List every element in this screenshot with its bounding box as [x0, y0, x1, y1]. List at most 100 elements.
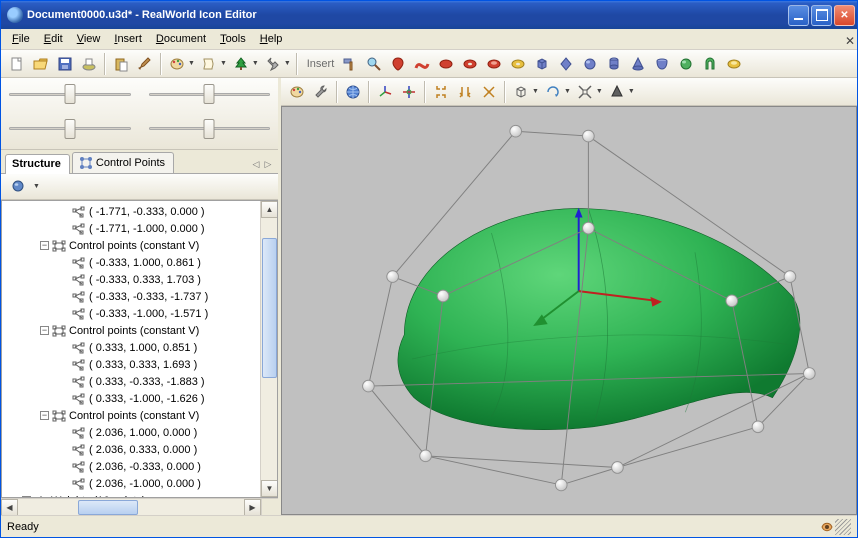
slider-2[interactable] — [149, 82, 271, 106]
point-icon — [72, 274, 86, 286]
insert-sphere2-icon[interactable] — [675, 53, 697, 75]
tools-dropdown-button[interactable] — [262, 53, 284, 75]
tree-row[interactable]: ( -0.333, -0.333, -1.737 ) — [2, 288, 260, 305]
insert-cone-icon[interactable] — [627, 53, 649, 75]
slider-1[interactable] — [9, 82, 131, 106]
menu-help[interactable]: Help — [253, 31, 290, 47]
resize-grip[interactable] — [835, 519, 851, 535]
menu-view[interactable]: View — [70, 31, 108, 47]
tree-row[interactable]: +Weights (16 points) — [2, 492, 260, 497]
insert-hammer-icon[interactable] — [339, 53, 361, 75]
tree-node-label: ( -1.771, -0.333, 0.000 ) — [89, 206, 205, 218]
menu-document[interactable]: Document — [149, 31, 213, 47]
expand-toggle[interactable]: + — [22, 496, 31, 497]
tree-scrollbar-vertical[interactable]: ▲ ▼ — [260, 201, 277, 497]
slider-panel — [1, 78, 278, 150]
close-button[interactable] — [834, 5, 855, 26]
tree-row[interactable]: ( 2.036, 0.333, 0.000 ) — [2, 441, 260, 458]
scroll-left-button[interactable]: ◀ — [1, 499, 18, 516]
control-points-icon — [79, 156, 93, 170]
brush-button[interactable] — [134, 53, 156, 75]
insert-sphere-icon[interactable] — [579, 53, 601, 75]
scroll-down-button[interactable]: ▼ — [261, 480, 278, 497]
vt-arrows-tilt-button[interactable] — [478, 81, 500, 103]
tab-structure[interactable]: Structure — [5, 154, 70, 174]
maximize-button[interactable] — [811, 5, 832, 26]
expand-toggle[interactable]: − — [40, 241, 49, 250]
scroll-thumb-vertical[interactable] — [262, 238, 277, 378]
object-dropdown-button[interactable] — [8, 176, 30, 198]
tree-row[interactable]: ( 0.333, 0.333, 1.693 ) — [2, 356, 260, 373]
menu-insert[interactable]: Insert — [107, 31, 149, 47]
tree-row[interactable]: ( -1.771, -0.333, 0.000 ) — [2, 203, 260, 220]
menu-edit[interactable]: Edit — [37, 31, 70, 47]
insert-torus2-icon[interactable] — [507, 53, 529, 75]
new-button[interactable] — [6, 53, 28, 75]
vt-palette-button[interactable] — [286, 81, 308, 103]
vt-globe-button[interactable] — [342, 81, 364, 103]
tree-row[interactable]: ( -1.771, -1.000, 0.000 ) — [2, 220, 260, 237]
tree-row[interactable]: ( -0.333, 1.000, 0.861 ) — [2, 254, 260, 271]
vt-rotate-button[interactable] — [542, 81, 564, 103]
expand-toggle[interactable]: − — [40, 326, 49, 335]
point-icon — [72, 257, 86, 269]
insert-donut-icon[interactable] — [459, 53, 481, 75]
tree-row[interactable]: −Control points (constant V) — [2, 407, 260, 424]
status-text: Ready — [7, 521, 39, 533]
vt-arrows-in-button[interactable] — [430, 81, 452, 103]
insert-blob-icon[interactable] — [387, 53, 409, 75]
tree-scrollbar-horizontal[interactable]: ◀ ▶ — [1, 498, 278, 515]
tab-next-button[interactable]: ▷ — [262, 159, 274, 173]
expand-toggle[interactable]: − — [40, 411, 49, 420]
tree-view[interactable]: ( -1.771, -0.333, 0.000 ) ( -1.771, -1.00… — [1, 200, 278, 498]
tree-row[interactable]: ( -0.333, -1.000, -1.571 ) — [2, 305, 260, 322]
tree-row[interactable]: ( 0.333, -1.000, -1.626 ) — [2, 390, 260, 407]
tree-row[interactable]: ( 0.333, -0.333, -1.883 ) — [2, 373, 260, 390]
vt-perspective-button[interactable] — [606, 81, 628, 103]
open-button[interactable] — [30, 53, 52, 75]
insert-search-icon[interactable] — [363, 53, 385, 75]
vt-axis-xyz-button[interactable] — [374, 81, 396, 103]
tab-control-points[interactable]: Control Points — [72, 152, 174, 173]
menu-tools[interactable]: Tools — [213, 31, 253, 47]
vt-arrows-down-button[interactable] — [454, 81, 476, 103]
vt-cube-wire-button[interactable] — [510, 81, 532, 103]
save-button[interactable] — [54, 53, 76, 75]
insert-cup-icon[interactable] — [651, 53, 673, 75]
insert-diamond-icon[interactable] — [555, 53, 577, 75]
tree-node-label: ( -0.333, 1.000, 0.861 ) — [89, 257, 201, 269]
palette-button[interactable] — [166, 53, 188, 75]
scroll-right-button[interactable]: ▶ — [244, 499, 261, 516]
paste-button[interactable] — [110, 53, 132, 75]
vt-axis-cross-button[interactable] — [398, 81, 420, 103]
slider-4[interactable] — [149, 117, 271, 141]
insert-cube-icon[interactable] — [531, 53, 553, 75]
3d-viewport[interactable] — [281, 106, 857, 515]
close-document-button[interactable]: ✕ — [838, 32, 853, 47]
minimize-button[interactable] — [788, 5, 809, 26]
tree-row[interactable]: ( 2.036, -0.333, 0.000 ) — [2, 458, 260, 475]
script-button[interactable] — [198, 53, 220, 75]
scroll-up-button[interactable]: ▲ — [261, 201, 278, 218]
tree-row[interactable]: −Control points (constant V) — [2, 322, 260, 339]
window-title: Document0000.u3d* - RealWorld Icon Edito… — [27, 9, 257, 21]
tree-row[interactable]: ( 2.036, -1.000, 0.000 ) — [2, 475, 260, 492]
insert-torus-icon[interactable] — [483, 53, 505, 75]
xmas-tree-button[interactable] — [230, 53, 252, 75]
tree-row[interactable]: ( -0.333, 0.333, 1.703 ) — [2, 271, 260, 288]
tab-prev-button[interactable]: ◁ — [250, 159, 262, 173]
slider-3[interactable] — [9, 117, 131, 141]
tree-row[interactable]: ( 0.333, 1.000, 0.851 ) — [2, 339, 260, 356]
insert-horseshoe-icon[interactable] — [699, 53, 721, 75]
insert-cylinder-icon[interactable] — [603, 53, 625, 75]
vt-resize-button[interactable] — [574, 81, 596, 103]
insert-curve-icon[interactable] — [411, 53, 433, 75]
insert-bean-icon[interactable] — [435, 53, 457, 75]
tree-row[interactable]: −Control points (constant V) — [2, 237, 260, 254]
menu-file[interactable]: File — [5, 31, 37, 47]
tree-row[interactable]: ( 2.036, 1.000, 0.000 ) — [2, 424, 260, 441]
scroll-thumb-horizontal[interactable] — [78, 500, 138, 515]
insert-ring-icon[interactable] — [723, 53, 745, 75]
print-button[interactable] — [78, 53, 100, 75]
vt-wrench-button[interactable] — [310, 81, 332, 103]
